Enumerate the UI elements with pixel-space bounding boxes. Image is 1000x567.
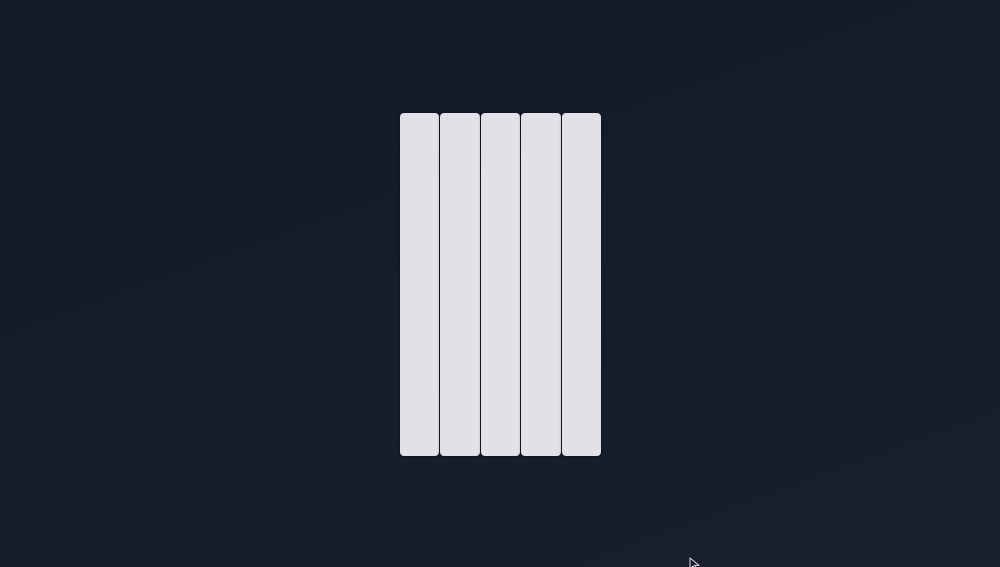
- desktop-background: [0, 0, 1000, 567]
- vertical-panel-4[interactable]: [521, 113, 561, 456]
- arrow-cursor-icon: [689, 557, 700, 567]
- vertical-panel-3[interactable]: [480, 113, 521, 456]
- vertical-panel-2[interactable]: [440, 113, 480, 456]
- vertical-panel-1[interactable]: [400, 113, 440, 456]
- vertical-panel-group: [400, 113, 602, 456]
- vertical-panel-5[interactable]: [561, 113, 602, 456]
